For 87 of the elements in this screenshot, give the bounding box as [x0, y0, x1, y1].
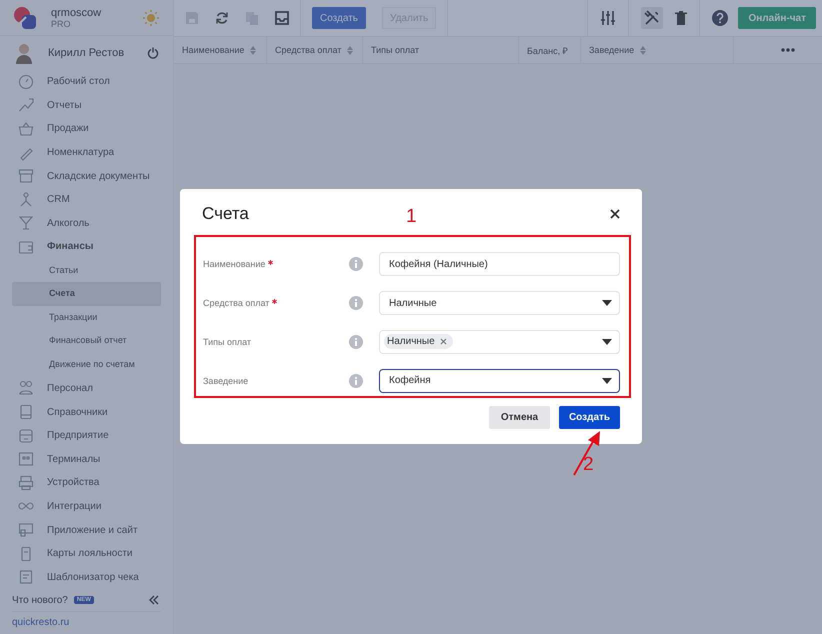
- caret-icon: [602, 378, 612, 384]
- menu-item-icon: [18, 522, 34, 538]
- tools-icon: [644, 10, 660, 26]
- sidebar-subitem[interactable]: Движение по счетам: [12, 353, 161, 377]
- text-field[interactable]: Кофейня (Наличные): [379, 252, 620, 276]
- field-label: Средства оплат: [203, 298, 270, 308]
- annotation-number: 2: [583, 454, 594, 476]
- dropdown-field[interactable]: Кофейня: [379, 368, 620, 393]
- sort-icon: [640, 46, 646, 54]
- menu-item-icon: [18, 404, 34, 420]
- inbox-icon[interactable]: [275, 11, 289, 25]
- sidebar-item[interactable]: Интеграции: [0, 494, 173, 518]
- annotation-number: 1: [406, 206, 417, 228]
- info-icon: [349, 257, 363, 272]
- sort-icon: [347, 46, 354, 54]
- sidebar-item[interactable]: Карты лояльности: [0, 542, 173, 566]
- menu-item-icon: [18, 120, 34, 137]
- whats-new-link[interactable]: Что нового?: [12, 594, 68, 606]
- sidebar-item[interactable]: Приложение и сайт: [0, 518, 173, 542]
- collapse-icon[interactable]: [149, 595, 159, 605]
- info-icon: [349, 296, 363, 310]
- logo-icon: [12, 4, 38, 31]
- avatar-icon: [15, 42, 33, 64]
- sidebar-subitem[interactable]: Статьи: [12, 258, 161, 282]
- column-header[interactable]: Наименование: [174, 37, 267, 63]
- menu-item-icon: [18, 238, 34, 255]
- sidebar-item[interactable]: Рабочий стол: [0, 70, 173, 94]
- power-icon[interactable]: [147, 47, 159, 60]
- menu-item-icon: [18, 569, 34, 586]
- sidebar-item[interactable]: Устройства: [0, 471, 173, 495]
- column-header[interactable]: Заведение: [581, 37, 734, 63]
- menu-item-icon: [18, 451, 34, 468]
- column-header[interactable]: Баланс, ₽: [519, 37, 581, 63]
- column-header[interactable]: Типы оплат: [363, 37, 519, 63]
- online-chat-button[interactable]: Онлайн-чат: [738, 7, 816, 29]
- menu-item-icon: [18, 215, 34, 232]
- caret-icon: [602, 300, 612, 306]
- multiselect-field[interactable]: Наличные: [379, 330, 620, 354]
- menu-item-icon: [18, 168, 34, 184]
- remove-icon[interactable]: [440, 338, 447, 346]
- info-icon: [349, 334, 363, 349]
- dialog-title: Счета: [202, 204, 249, 224]
- create-button[interactable]: Создать: [559, 406, 620, 429]
- annotation-arrow: [572, 430, 602, 476]
- user-name: Кирилл Рестов: [48, 47, 126, 60]
- sidebar-item[interactable]: CRM: [0, 188, 173, 212]
- sidebar-subitem[interactable]: Счета: [12, 282, 161, 306]
- sidebar-item[interactable]: Финансы: [0, 235, 173, 259]
- field-label: Заведение: [203, 376, 248, 386]
- sidebar-item[interactable]: Продажи: [0, 117, 173, 141]
- sliders-icon[interactable]: [600, 10, 616, 26]
- plan-label: PRO: [51, 18, 72, 29]
- field-label: Типы оплат: [203, 336, 252, 347]
- sidebar-item[interactable]: Отчеты: [0, 94, 173, 118]
- help-icon[interactable]: [712, 10, 728, 26]
- account-name: qrmoscow: [51, 6, 102, 19]
- info-icon: [349, 374, 363, 388]
- trash-icon[interactable]: [675, 11, 688, 25]
- menu-item-icon: [18, 474, 34, 491]
- sidebar-item[interactable]: Справочники: [0, 400, 173, 424]
- menu-item-icon: [18, 380, 34, 396]
- create-button[interactable]: Создать: [312, 7, 366, 29]
- refresh-icon[interactable]: [215, 11, 229, 25]
- sidebar-subitem[interactable]: Финансовый отчет: [12, 329, 161, 354]
- close-icon[interactable]: [610, 209, 620, 219]
- cancel-button[interactable]: Отмена: [489, 406, 550, 429]
- menu-item-icon: [18, 74, 34, 90]
- dropdown-field[interactable]: Наличные: [379, 291, 620, 316]
- menu-item-icon: [18, 97, 34, 114]
- menu-item-icon: [18, 428, 34, 444]
- menu-item-icon: [18, 192, 34, 208]
- sort-icon: [250, 46, 256, 54]
- sidebar-subitem[interactable]: Транзакции: [12, 306, 161, 330]
- sidebar-item[interactable]: Номенклатура: [0, 140, 173, 164]
- tag-chip[interactable]: Наличные: [384, 334, 453, 350]
- sidebar-item[interactable]: Алкоголь: [0, 212, 173, 236]
- more-icon[interactable]: [781, 48, 795, 52]
- tools-toggle[interactable]: [641, 7, 664, 29]
- sidebar-item[interactable]: Терминалы: [0, 447, 173, 472]
- sidebar-item[interactable]: Предприятие: [0, 424, 173, 448]
- sidebar-item[interactable]: Шаблонизатор чека: [0, 565, 173, 589]
- sidebar-item[interactable]: Складские документы: [0, 164, 173, 188]
- sidebar-item[interactable]: Персонал: [0, 376, 173, 400]
- field-label: Наименование: [203, 259, 266, 270]
- caret-icon: [602, 338, 612, 345]
- website-link[interactable]: quickresto.ru: [12, 617, 161, 628]
- column-header[interactable]: Средства оплат: [267, 37, 363, 63]
